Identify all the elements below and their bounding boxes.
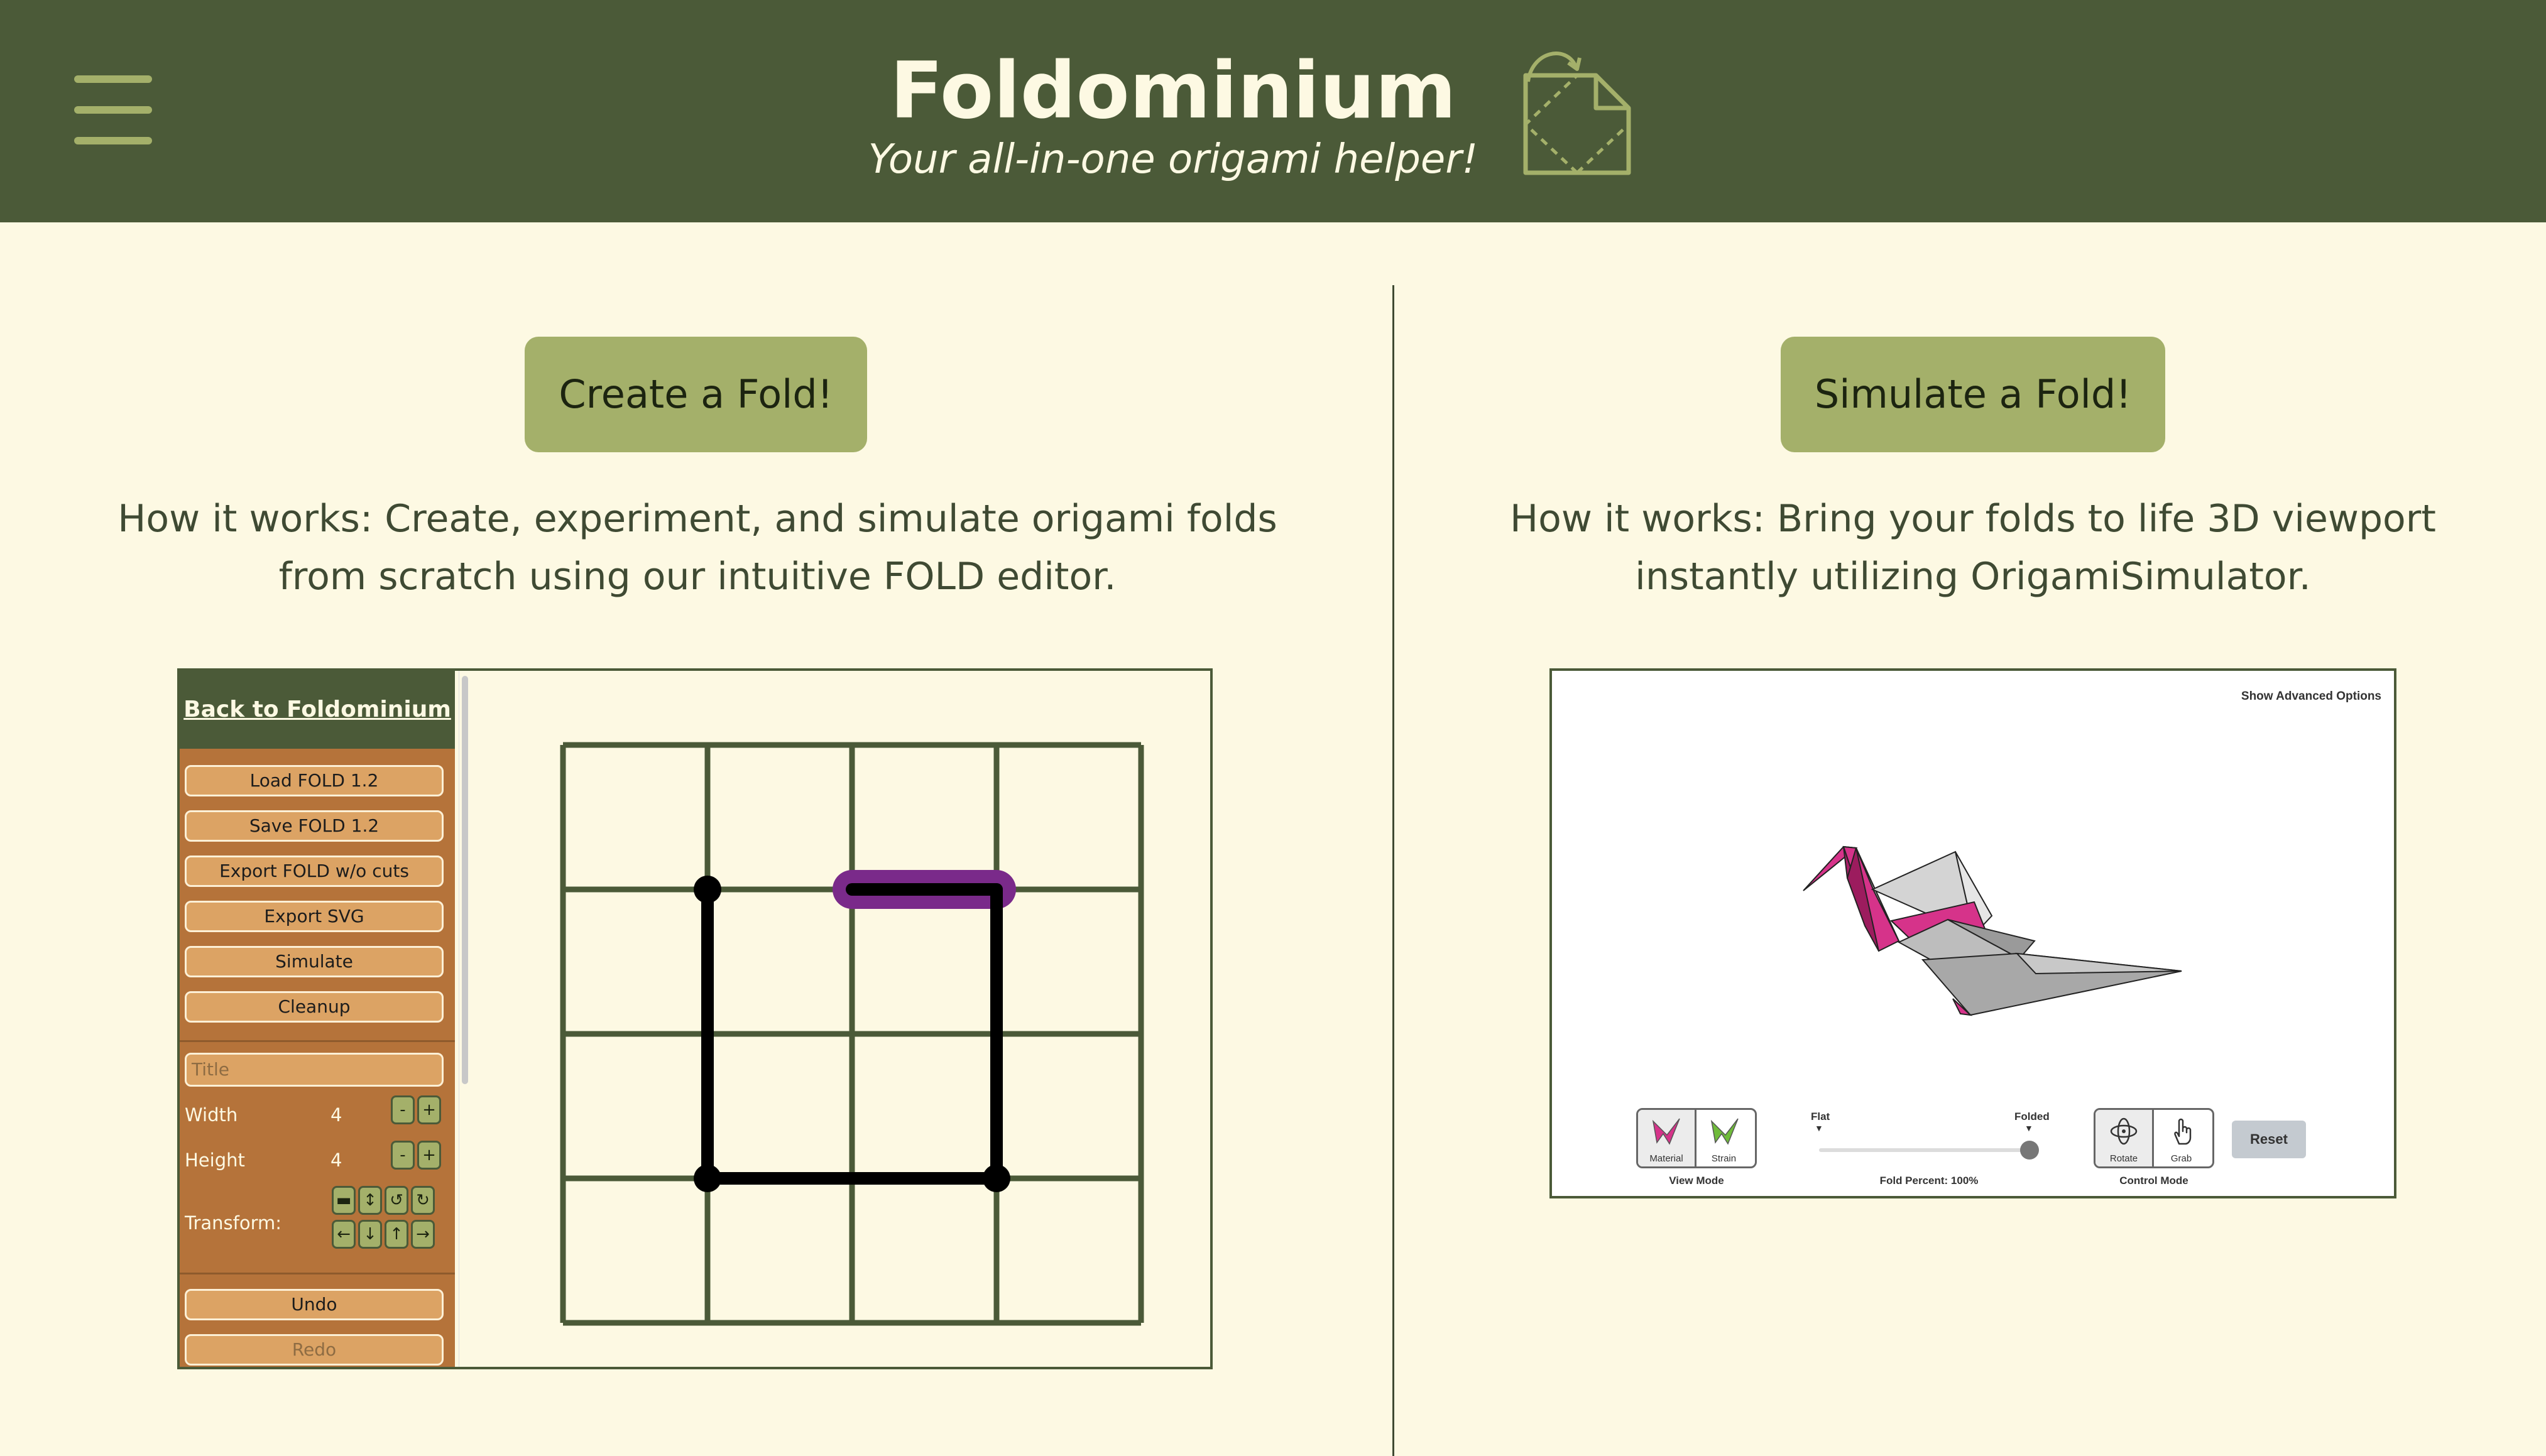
fold-paper-logo-icon	[1523, 52, 1631, 175]
site-subtitle: Your all-in-one origami helper!	[868, 136, 1478, 183]
control-grab-option[interactable]: Grab	[2152, 1110, 2209, 1166]
view-mode-toggle[interactable]: Material Strain	[1636, 1108, 1757, 1168]
undo-button[interactable]: Undo	[185, 1289, 444, 1320]
grab-label: Grab	[2170, 1153, 2192, 1164]
origami-crane-model[interactable]	[1753, 752, 2231, 1016]
shift-left-icon[interactable]: ←	[332, 1220, 356, 1249]
simulate-fold-button[interactable]: Simulate a Fold!	[1781, 337, 2165, 452]
export-fold-button[interactable]: Export FOLD w/o cuts	[185, 856, 444, 887]
control-rotate-option[interactable]: Rotate	[2095, 1110, 2152, 1166]
hamburger-menu-icon[interactable]	[74, 75, 152, 144]
title-input[interactable]: Title	[185, 1053, 444, 1087]
save-fold-button[interactable]: Save FOLD 1.2	[185, 810, 444, 842]
fold-percent-slider-thumb[interactable]	[2020, 1141, 2039, 1160]
editor-scrollbar[interactable]	[459, 671, 471, 1367]
shift-right-icon[interactable]: →	[411, 1220, 435, 1249]
strain-icon	[1710, 1118, 1739, 1145]
control-mode-toggle[interactable]: Rotate Grab	[2094, 1108, 2214, 1168]
shift-up-icon[interactable]: ↑	[385, 1220, 408, 1249]
height-label: Height	[185, 1149, 245, 1171]
sidebar-divider	[180, 1040, 455, 1042]
control-mode-caption: Control Mode	[2119, 1175, 2188, 1187]
view-material-option[interactable]: Material	[1638, 1110, 1695, 1166]
cleanup-button[interactable]: Cleanup	[185, 991, 444, 1023]
create-description: How it works: Create, experiment, and si…	[117, 497, 1277, 599]
reset-button[interactable]: Reset	[2232, 1121, 2306, 1158]
folded-label: Folded	[2014, 1111, 2050, 1122]
transform-flip-icon[interactable]: ▬	[332, 1186, 356, 1215]
back-to-foldominium-link[interactable]: Back to Foldominium	[180, 671, 455, 749]
crease-vertex[interactable]	[694, 1165, 721, 1192]
width-increase-button[interactable]: +	[417, 1095, 441, 1124]
simulate-description: How it works: Bring your folds to life 3…	[1510, 497, 2436, 599]
crease-vertex[interactable]	[983, 1165, 1010, 1192]
fold-percent-caption: Fold Percent: 100%	[1879, 1175, 1979, 1187]
strain-label: Strain	[1711, 1153, 1737, 1164]
export-svg-button[interactable]: Export SVG	[185, 901, 444, 932]
crease-vertex[interactable]	[694, 876, 721, 903]
view-strain-option[interactable]: Strain	[1695, 1110, 1751, 1166]
origami-simulator-preview: Show Advanced Options Material Strain Vi…	[1549, 668, 2396, 1198]
transform-flip-vertical-icon[interactable]: ↕	[358, 1186, 382, 1215]
column-divider	[1392, 285, 1394, 1456]
width-value: 4	[331, 1104, 342, 1126]
flat-marker-icon: ▼	[1815, 1123, 1823, 1133]
shift-down-icon[interactable]: ↓	[358, 1220, 382, 1249]
sidebar-divider	[180, 1273, 455, 1274]
folded-marker-icon: ▼	[2024, 1123, 2033, 1133]
view-mode-caption: View Mode	[1669, 1175, 1724, 1187]
rotate-label: Rotate	[2109, 1153, 2138, 1164]
rotate-ccw-icon[interactable]: ↺	[385, 1186, 408, 1215]
width-label: Width	[185, 1104, 238, 1126]
editor-sidebar: Back to Foldominium Load FOLD 1.2 Save F…	[180, 671, 455, 1367]
fold-grid-canvas[interactable]	[557, 739, 1147, 1329]
load-fold-button[interactable]: Load FOLD 1.2	[185, 765, 444, 796]
scrollbar-thumb[interactable]	[462, 676, 468, 1084]
rotate-cw-icon[interactable]: ↻	[411, 1186, 435, 1215]
height-increase-button[interactable]: +	[417, 1141, 441, 1170]
width-decrease-button[interactable]: -	[391, 1095, 415, 1124]
flat-label: Flat	[1811, 1111, 1830, 1122]
redo-button[interactable]: Redo	[185, 1334, 444, 1366]
site-header: Foldominium Your all-in-one origami help…	[0, 0, 2546, 222]
site-title: Foldominium	[890, 46, 1456, 136]
fold-percent-slider[interactable]	[1819, 1148, 2039, 1152]
fold-editor-preview: Back to Foldominium Load FOLD 1.2 Save F…	[177, 668, 1213, 1369]
show-advanced-options-link[interactable]: Show Advanced Options	[2241, 690, 2381, 704]
height-value: 4	[331, 1149, 342, 1171]
height-decrease-button[interactable]: -	[391, 1141, 415, 1170]
grab-hand-icon	[2174, 1118, 2192, 1145]
transform-label: Transform:	[185, 1212, 282, 1234]
create-fold-button[interactable]: Create a Fold!	[525, 337, 867, 452]
material-label: Material	[1649, 1153, 1683, 1164]
material-icon	[1652, 1118, 1680, 1145]
simulate-button[interactable]: Simulate	[185, 946, 444, 977]
rotate-icon	[2110, 1117, 2138, 1145]
